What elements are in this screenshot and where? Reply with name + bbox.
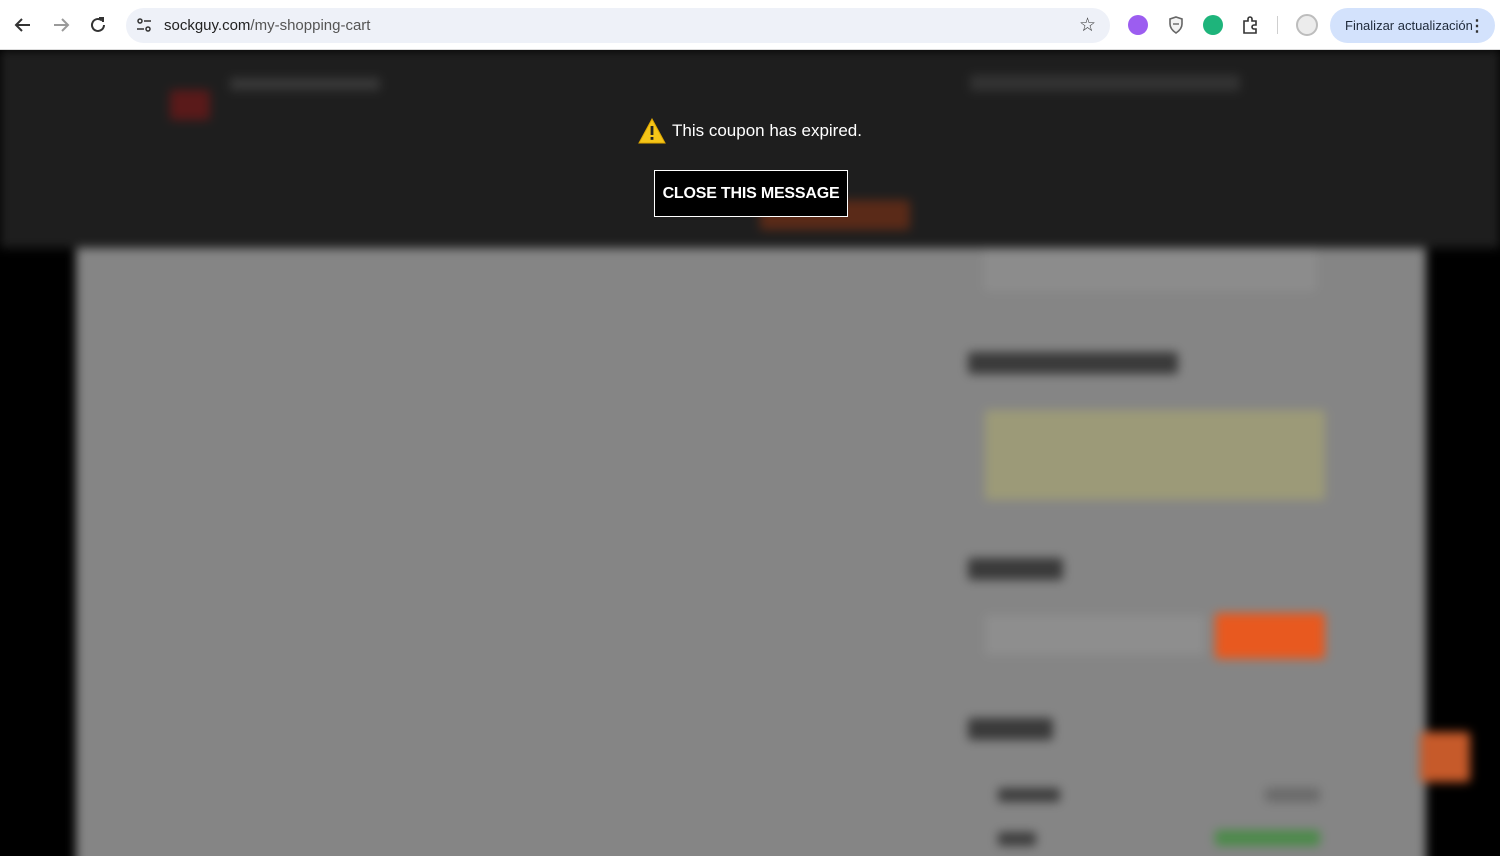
toolbar-divider [1277,16,1278,34]
arrow-right-icon [54,18,70,32]
blurred-shipping-heading [968,352,1178,374]
extension-purple-icon[interactable] [1128,15,1148,35]
blurred-input [985,250,1315,290]
blurred-total-label [998,832,1036,846]
update-button[interactable]: Finalizar actualización ⋮ [1330,8,1495,43]
blurred-logo [170,90,210,120]
coupon-message: This coupon has expired. [672,121,862,140]
blurred-subtotal-value [1265,788,1320,802]
forward-button[interactable] [48,12,74,38]
update-button-label: Finalizar actualización [1345,18,1473,33]
extension-green-icon[interactable] [1203,15,1223,35]
blurred-coupon-heading [968,558,1063,580]
url-path: /my-shopping-cart [250,17,371,34]
extensions-puzzle-icon[interactable] [1240,15,1260,35]
blurred-notice-box [985,410,1325,500]
kebab-menu-icon[interactable]: ⋮ [1469,16,1485,36]
url-text[interactable]: sockguy.com/my-shopping-cart [164,17,370,34]
blurred-apply-button [1215,613,1325,659]
blurred-total-value [1215,830,1320,846]
coupon-notice: This coupon has expired. [0,118,1500,149]
back-button[interactable] [10,12,36,38]
close-message-button[interactable]: CLOSE THIS MESSAGE [654,170,848,217]
blurred-floating-button [1420,732,1470,782]
reload-button[interactable] [85,12,111,38]
warning-icon [638,118,666,144]
arrow-left-icon [14,18,30,32]
shield-extension-icon[interactable] [1166,15,1186,35]
url-host: sockguy.com [164,17,251,34]
page-viewport: This coupon has expired. CLOSE THIS MESS… [0,50,1500,856]
blurred-subtotal-label [998,788,1060,802]
address-bar[interactable]: sockguy.com/my-shopping-cart ☆ [126,8,1110,43]
reload-icon [91,17,105,32]
blurred-header-text [230,78,380,90]
blurred-coupon-input [985,615,1205,655]
site-info-icon[interactable] [134,15,154,35]
blurred-heading [970,75,1240,91]
blurred-totals-heading [968,718,1053,740]
bookmark-star-icon[interactable]: ☆ [1079,14,1096,36]
browser-toolbar: sockguy.com/my-shopping-cart ☆ Finalizar… [0,0,1500,50]
message-overlay-band [0,50,1500,248]
profile-avatar[interactable] [1296,14,1318,36]
